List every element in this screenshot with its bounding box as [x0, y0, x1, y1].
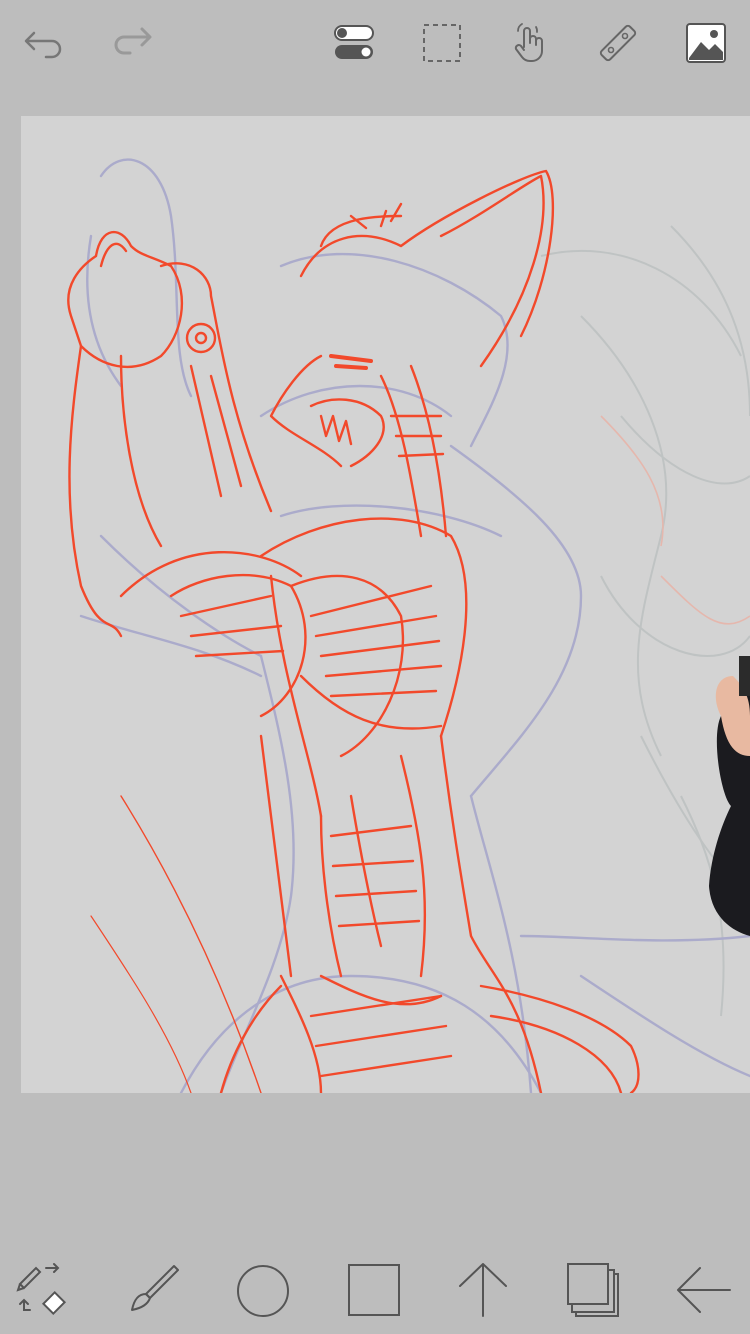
- ruler-button[interactable]: [588, 13, 648, 73]
- bottom-toolbar: [0, 1245, 750, 1334]
- left-arrow-icon: [677, 1267, 731, 1313]
- tool-switcher-button[interactable]: [13, 1259, 73, 1319]
- reference-photo: [709, 656, 750, 936]
- layers-button[interactable]: [563, 1259, 623, 1319]
- sketch-artwork: [67, 158, 750, 1093]
- drawing-canvas[interactable]: [21, 116, 750, 1093]
- undo-button[interactable]: [14, 13, 74, 73]
- image-import-button[interactable]: [676, 13, 736, 73]
- gesture-button[interactable]: [500, 13, 560, 73]
- top-toolbar: [0, 0, 750, 90]
- brush-eraser-swap-icon: [16, 1263, 67, 1316]
- color-circle-icon: [237, 1265, 289, 1317]
- brush-button[interactable]: [123, 1259, 183, 1319]
- color-button[interactable]: [233, 1259, 293, 1319]
- transform-button[interactable]: [453, 1259, 513, 1319]
- brush-icon: [131, 1265, 179, 1311]
- dashed-selection-icon: [423, 24, 461, 62]
- redo-button[interactable]: [102, 13, 162, 73]
- ruler-icon: [599, 24, 637, 62]
- layers-icon: [567, 1263, 619, 1317]
- redo-arrow-icon: [114, 27, 152, 55]
- hand-tap-icon: [514, 23, 543, 62]
- shape-button[interactable]: [343, 1259, 403, 1319]
- toggle-switches-icon: [334, 25, 374, 59]
- toggle-settings-button[interactable]: [324, 13, 384, 73]
- square-icon: [348, 1264, 400, 1316]
- selection-button[interactable]: [412, 13, 472, 73]
- up-arrow-icon: [459, 1263, 507, 1317]
- undo-arrow-icon: [24, 31, 62, 59]
- back-button[interactable]: [673, 1259, 733, 1319]
- image-icon: [686, 23, 726, 63]
